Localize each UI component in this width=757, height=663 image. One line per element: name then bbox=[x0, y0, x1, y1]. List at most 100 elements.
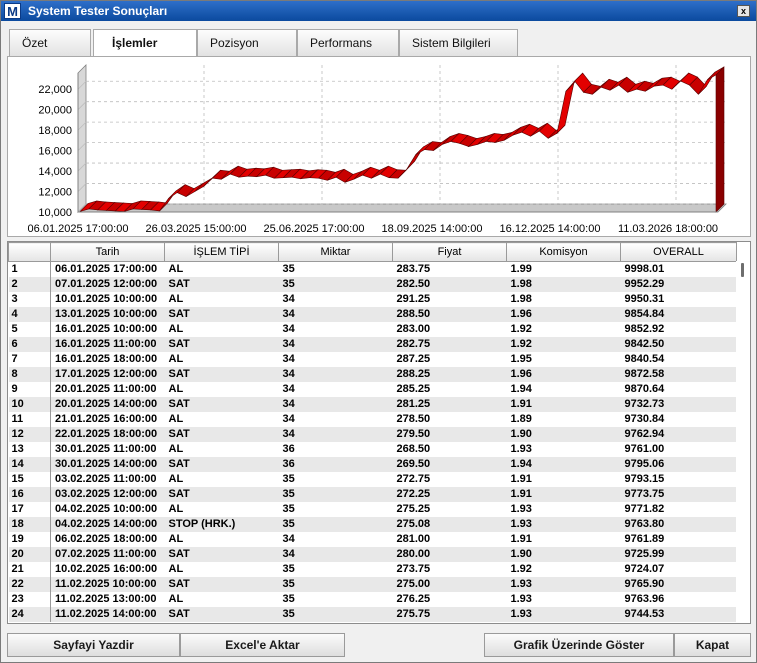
cell-fiyat: 288.25 bbox=[392, 367, 507, 382]
table-row[interactable]: 21 10.02.2025 16:00:00 AL 35 273.75 1.92 9724.… bbox=[8, 562, 737, 577]
cell-miktar: 36 bbox=[278, 457, 393, 472]
cell-islem-tipi: AL bbox=[164, 532, 279, 547]
cell-fiyat: 275.00 bbox=[392, 577, 507, 592]
cell-komisyon: 1.93 bbox=[506, 442, 621, 457]
trades-grid[interactable]: Tarih İŞLEM TİPİ Miktar Fiyat Komisyon O… bbox=[7, 241, 751, 624]
table-row[interactable]: 10 20.01.2025 14:00:00 SAT 34 281.25 1.91 9732… bbox=[8, 397, 737, 412]
col-header-islem-tipi[interactable]: İŞLEM TİPİ bbox=[164, 242, 279, 262]
tab-islemler[interactable]: İşlemler bbox=[93, 29, 197, 57]
tab-ozet[interactable]: Özet bbox=[9, 29, 91, 56]
cell-overall: 9870.64 bbox=[620, 382, 737, 397]
col-header-overall[interactable]: OVERALL bbox=[620, 242, 737, 262]
table-row[interactable]: 11 21.01.2025 16:00:00 AL 34 278.50 1.89 9730.… bbox=[8, 412, 737, 427]
print-page-button[interactable]: Sayfayi Yazdir bbox=[7, 633, 180, 657]
cell-rownum: 13 bbox=[8, 442, 51, 457]
cell-overall: 9761.00 bbox=[620, 442, 737, 457]
cell-tarih: 11.02.2025 10:00:00 bbox=[50, 577, 165, 592]
cell-tarih: 21.01.2025 16:00:00 bbox=[50, 412, 165, 427]
export-excel-button[interactable]: Excel'e Aktar bbox=[180, 633, 345, 657]
cell-islem-tipi: SAT bbox=[164, 547, 279, 562]
cell-overall: 9744.53 bbox=[620, 607, 737, 622]
cell-overall: 9842.50 bbox=[620, 337, 737, 352]
table-row[interactable]: 19 06.02.2025 18:00:00 AL 34 281.00 1.91 9761.… bbox=[8, 532, 737, 547]
cell-miktar: 35 bbox=[278, 517, 393, 532]
cell-miktar: 35 bbox=[278, 592, 393, 607]
cell-overall: 9872.58 bbox=[620, 367, 737, 382]
table-row[interactable]: 9 20.01.2025 11:00:00 AL 34 285.25 1.94 9870.6… bbox=[8, 382, 737, 397]
table-row[interactable]: 14 30.01.2025 14:00:00 SAT 36 269.50 1.94 9795… bbox=[8, 457, 737, 472]
table-row[interactable]: 8 17.01.2025 12:00:00 SAT 34 288.25 1.96 9872.… bbox=[8, 367, 737, 382]
table-row[interactable]: 23 11.02.2025 13:00:00 AL 35 276.25 1.93 9763.… bbox=[8, 592, 737, 607]
table-row[interactable]: 1 06.01.2025 17:00:00 AL 35 283.75 1.99 9998.0… bbox=[8, 261, 737, 277]
system-tester-window: M System Tester Sonuçları x Özet İşlemle… bbox=[0, 0, 757, 663]
col-header-komisyon[interactable]: Komisyon bbox=[506, 242, 621, 262]
trades-table: Tarih İŞLEM TİPİ Miktar Fiyat Komisyon O… bbox=[8, 242, 737, 622]
cell-komisyon: 1.92 bbox=[506, 322, 621, 337]
cell-fiyat: 275.08 bbox=[392, 517, 507, 532]
y-tick-label: 12,000 bbox=[38, 187, 72, 199]
cell-rownum: 14 bbox=[8, 457, 51, 472]
cell-tarih: 11.02.2025 13:00:00 bbox=[50, 592, 165, 607]
cell-islem-tipi: SAT bbox=[164, 397, 279, 412]
table-row[interactable]: 4 13.01.2025 10:00:00 SAT 34 288.50 1.96 9854.… bbox=[8, 307, 737, 322]
table-row[interactable]: 12 22.01.2025 18:00:00 SAT 34 279.50 1.90 9762… bbox=[8, 427, 737, 442]
col-header-miktar[interactable]: Miktar bbox=[278, 242, 393, 262]
table-row[interactable]: 3 10.01.2025 10:00:00 AL 34 291.25 1.98 9950.3… bbox=[8, 292, 737, 307]
cell-overall: 9732.73 bbox=[620, 397, 737, 412]
table-row[interactable]: 18 04.02.2025 14:00:00 STOP (HRK.) 35 275.08… bbox=[8, 517, 737, 532]
cell-miktar: 35 bbox=[278, 261, 393, 277]
cell-rownum: 7 bbox=[8, 352, 51, 367]
col-header-tarih[interactable]: Tarih bbox=[50, 242, 165, 262]
cell-rownum: 2 bbox=[8, 277, 51, 292]
table-row[interactable]: 5 16.01.2025 10:00:00 AL 34 283.00 1.92 9852.9… bbox=[8, 322, 737, 337]
table-row[interactable]: 17 04.02.2025 10:00:00 AL 35 275.25 1.93 9771.… bbox=[8, 502, 737, 517]
cell-islem-tipi: SAT bbox=[164, 457, 279, 472]
cell-tarih: 03.02.2025 12:00:00 bbox=[50, 487, 165, 502]
cell-fiyat: 282.75 bbox=[392, 337, 507, 352]
chart-floor bbox=[77, 203, 727, 213]
table-row[interactable]: 2 07.01.2025 12:00:00 SAT 35 282.50 1.98 9952.… bbox=[8, 277, 737, 292]
col-header-fiyat[interactable]: Fiyat bbox=[392, 242, 507, 262]
cell-fiyat: 269.50 bbox=[392, 457, 507, 472]
cell-miktar: 35 bbox=[278, 487, 393, 502]
table-row[interactable]: 16 03.02.2025 12:00:00 SAT 35 272.25 1.91 9773… bbox=[8, 487, 737, 502]
y-tick-label: 18,000 bbox=[38, 125, 72, 137]
tab-performans[interactable]: Performans bbox=[297, 29, 399, 56]
close-window-button[interactable]: x bbox=[737, 5, 750, 17]
cell-miktar: 34 bbox=[278, 352, 393, 367]
series-right-cap bbox=[715, 66, 725, 213]
table-row[interactable]: 24 11.02.2025 14:00:00 SAT 35 275.75 1.93 9744… bbox=[8, 607, 737, 622]
cell-miktar: 34 bbox=[278, 532, 393, 547]
cell-komisyon: 1.92 bbox=[506, 562, 621, 577]
table-row[interactable]: 20 07.02.2025 11:00:00 SAT 34 280.00 1.90 9725… bbox=[8, 547, 737, 562]
table-row[interactable]: 13 30.01.2025 11:00:00 AL 36 268.50 1.93 9761.… bbox=[8, 442, 737, 457]
title-bar[interactable]: M System Tester Sonuçları x bbox=[1, 1, 756, 21]
cell-miktar: 35 bbox=[278, 607, 393, 622]
cell-islem-tipi: SAT bbox=[164, 607, 279, 622]
cell-rownum: 19 bbox=[8, 532, 51, 547]
show-on-chart-button[interactable]: Grafik Üzerinde Göster bbox=[484, 633, 674, 657]
table-row[interactable]: 15 03.02.2025 11:00:00 AL 35 272.75 1.91 9793.… bbox=[8, 472, 737, 487]
tab-sistem-bilgileri[interactable]: Sistem Bilgileri bbox=[399, 29, 518, 56]
cell-fiyat: 283.75 bbox=[392, 261, 507, 277]
y-tick-label: 10,000 bbox=[38, 207, 72, 219]
cell-islem-tipi: AL bbox=[164, 502, 279, 517]
tab-pozisyon[interactable]: Pozisyon bbox=[197, 29, 297, 56]
vertical-scrollbar[interactable] bbox=[736, 261, 750, 623]
cell-komisyon: 1.90 bbox=[506, 547, 621, 562]
table-row[interactable]: 6 16.01.2025 11:00:00 SAT 34 282.75 1.92 9842.… bbox=[8, 337, 737, 352]
cell-overall: 9840.54 bbox=[620, 352, 737, 367]
equity-chart[interactable]: 10,000 12,000 14,000 16,000 18,000 20,000 22,0… bbox=[7, 56, 751, 237]
col-header-rownum bbox=[8, 242, 51, 262]
cell-tarih: 30.01.2025 11:00:00 bbox=[50, 442, 165, 457]
cell-islem-tipi: AL bbox=[164, 352, 279, 367]
cell-miktar: 34 bbox=[278, 337, 393, 352]
scrollbar-thumb[interactable] bbox=[741, 263, 744, 277]
table-row[interactable]: 7 16.01.2025 18:00:00 AL 34 287.25 1.95 9840.5… bbox=[8, 352, 737, 367]
cell-rownum: 22 bbox=[8, 577, 51, 592]
table-row[interactable]: 22 11.02.2025 10:00:00 SAT 35 275.00 1.93 9765… bbox=[8, 577, 737, 592]
cell-miktar: 34 bbox=[278, 397, 393, 412]
close-button[interactable]: Kapat bbox=[674, 633, 751, 657]
cell-fiyat: 281.25 bbox=[392, 397, 507, 412]
cell-tarih: 17.01.2025 12:00:00 bbox=[50, 367, 165, 382]
